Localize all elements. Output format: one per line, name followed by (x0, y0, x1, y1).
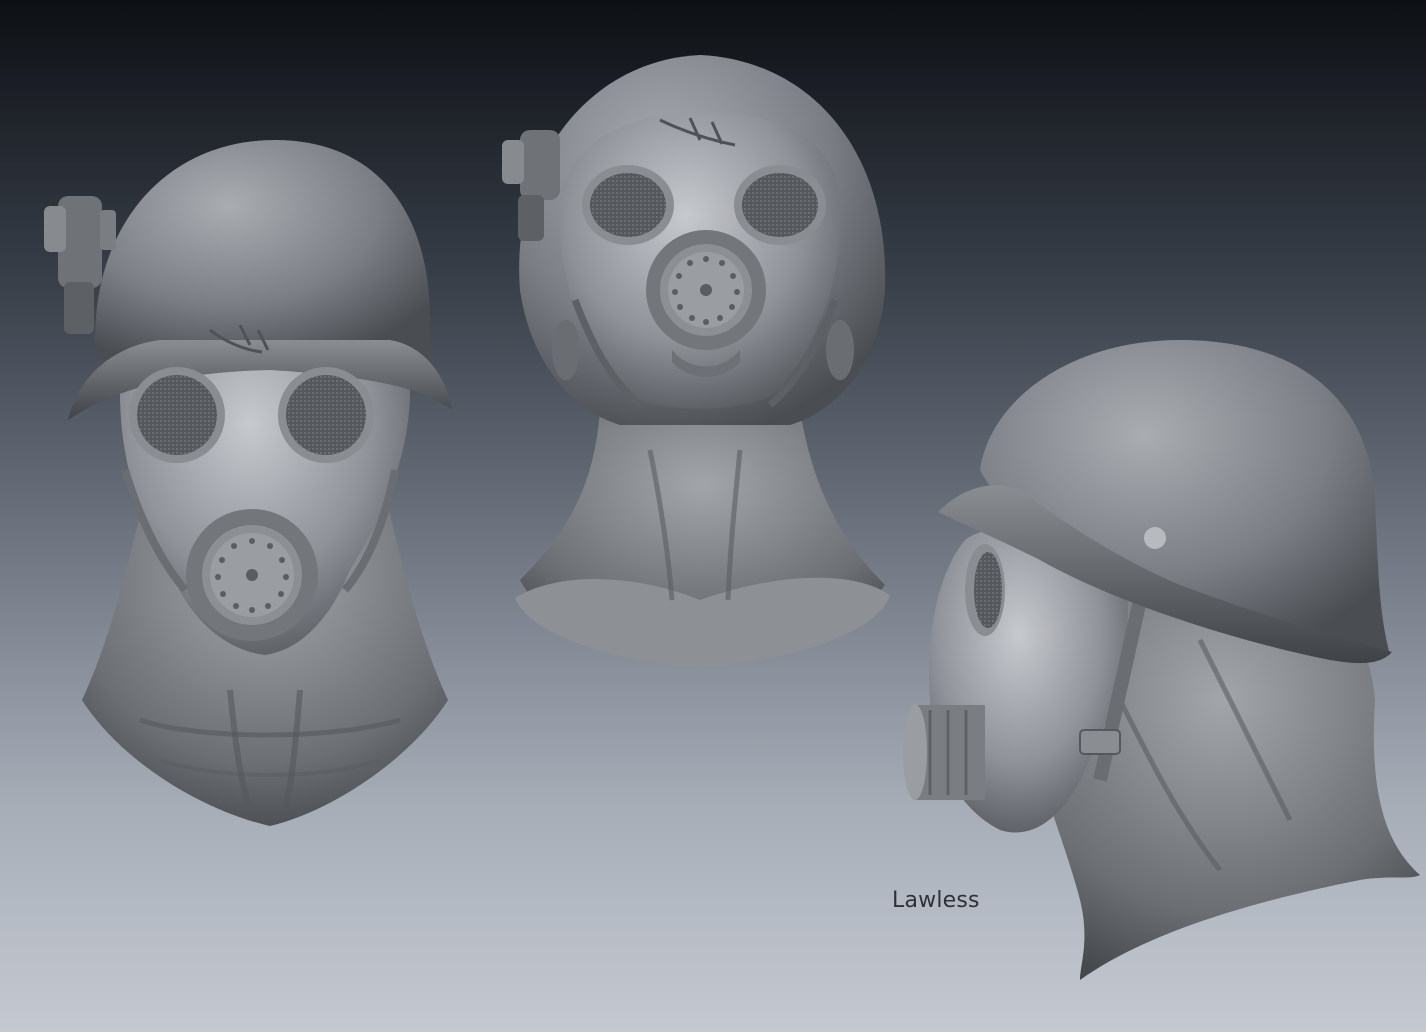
helmet-dome (95, 140, 430, 360)
helmet-rivet (1144, 527, 1166, 549)
filter-canister (186, 509, 318, 641)
filter-canister-3 (903, 704, 985, 800)
front-low-view (502, 55, 890, 668)
render-canvas: Lawless (0, 0, 1426, 1032)
sculpt-renders (44, 55, 1420, 980)
side-view (903, 340, 1420, 980)
front-three-quarter-view (44, 140, 452, 826)
strap-buckle (1079, 729, 1121, 755)
artist-signature: Lawless (892, 888, 980, 913)
